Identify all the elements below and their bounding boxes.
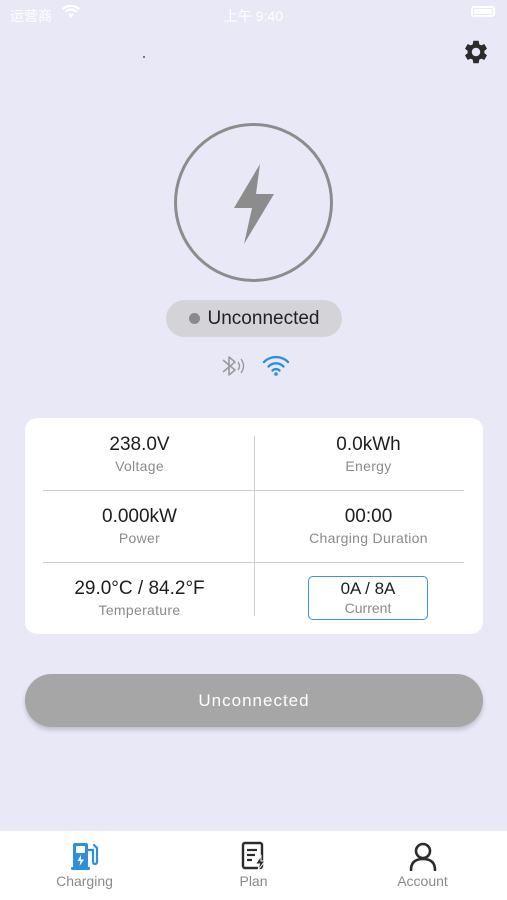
- connection-status-label: Unconnected: [207, 307, 320, 329]
- tab-plan-label: Plan: [239, 873, 268, 889]
- charging-stats-card: 238.0V Voltage 0.0kWh Energy 0.000kW Pow…: [25, 418, 483, 634]
- power-label: Power: [118, 530, 161, 546]
- voltage-value: 238.0V: [109, 434, 170, 455]
- status-time: 上午 9:40: [223, 8, 284, 24]
- bottom-tab-bar: Charging Plan Account: [0, 831, 507, 900]
- temperature-stat: 29.0°C / 84.2°F Temperature: [25, 578, 254, 618]
- current-setting-button[interactable]: 0A / 8A Current: [308, 576, 428, 620]
- tab-charging-label: Charging: [56, 873, 113, 889]
- start-charging-button[interactable]: Unconnected: [25, 674, 483, 727]
- duration-stat: 00:00 Charging Duration: [254, 506, 483, 546]
- tab-charging[interactable]: Charging: [0, 831, 169, 900]
- plan-icon: [240, 841, 268, 876]
- tab-account-label: Account: [397, 873, 448, 889]
- lightning-bolt-icon: [234, 164, 274, 244]
- wifi-icon: [262, 353, 290, 382]
- bluetooth-icon: [218, 352, 246, 385]
- stats-row-divider: [43, 490, 464, 491]
- current-label: Current: [344, 600, 392, 616]
- settings-gear-icon[interactable]: [462, 38, 490, 66]
- temperature-label: Temperature: [98, 602, 181, 618]
- energy-stat: 0.0kWh Energy: [254, 434, 483, 474]
- status-bar: 运营商 上午 9:40: [0, 0, 507, 28]
- connection-status-badge: Unconnected: [166, 300, 342, 337]
- charging-station-icon: [70, 841, 99, 876]
- duration-value: 00:00: [344, 506, 393, 527]
- power-stat: 0.000kW Power: [25, 506, 254, 546]
- tab-account[interactable]: Account: [338, 831, 507, 900]
- stats-row-divider: [43, 562, 464, 563]
- header-dot: [143, 56, 145, 58]
- battery-icon: [471, 6, 495, 17]
- voltage-label: Voltage: [115, 458, 164, 474]
- voltage-stat: 238.0V Voltage: [25, 434, 254, 474]
- energy-label: Energy: [345, 458, 392, 474]
- power-value: 0.000kW: [102, 506, 177, 527]
- duration-label: Charging Duration: [309, 530, 428, 546]
- temperature-value: 29.0°C / 84.2°F: [74, 578, 205, 599]
- tab-plan[interactable]: Plan: [169, 831, 338, 900]
- status-dot: [188, 313, 200, 324]
- charging-status-ring: [174, 123, 333, 282]
- energy-value: 0.0kWh: [336, 434, 401, 455]
- current-value: 0A / 8A: [340, 579, 396, 598]
- account-icon: [409, 841, 437, 876]
